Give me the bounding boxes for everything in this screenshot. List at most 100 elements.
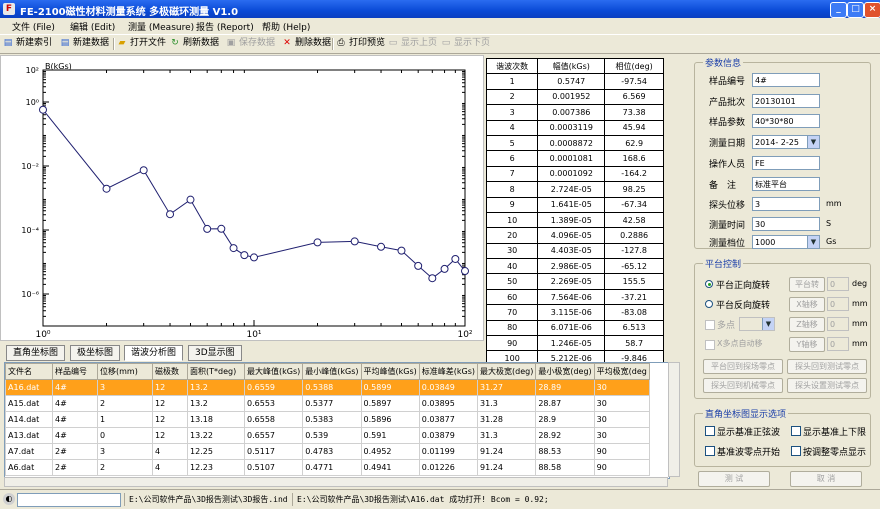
delete-icon: ✕ — [283, 38, 291, 48]
rotate-input[interactable]: 0 — [827, 277, 849, 291]
grid-column-header[interactable]: 平均极宽(deg — [593, 363, 650, 380]
z-move-button[interactable]: Z轴移 — [789, 317, 825, 332]
progress-icon: ◐ — [3, 493, 15, 505]
date-picker[interactable]: 2014- 2-25 ▼ — [752, 135, 820, 149]
grid-row[interactable]: A14.dat 4# 1 12 13.18 0.6558 0.5383 0.5896 0.038… — [5, 411, 650, 428]
z-move-input[interactable]: 0 — [827, 317, 849, 331]
menu-help[interactable]: 帮助 (Help) — [262, 20, 310, 33]
batch-input[interactable]: 20130101 — [752, 94, 820, 108]
forward-radio[interactable] — [705, 280, 713, 288]
grid-vertical-scrollbar[interactable] — [668, 362, 680, 477]
tab-3d[interactable]: 3D显示图 — [188, 345, 242, 361]
phase-cell: 155.5 — [604, 273, 664, 290]
grid-cell: 13.2 — [187, 379, 245, 396]
show-prev-button[interactable]: ▭ 显示上页 — [388, 37, 437, 50]
sample-no-input[interactable]: 4# — [752, 73, 820, 87]
reverse-radio[interactable] — [705, 300, 713, 308]
amplitude-cell: 2.269E-05 — [537, 273, 606, 290]
grid-row[interactable]: A6.dat 2# 2 4 12.23 0.5107 0.4771 0.4941 0.01226… — [5, 459, 650, 476]
grid-column-header[interactable]: 面积(T*deg) — [187, 363, 245, 380]
harmonics-row: 1 0.5747 -97.54 — [485, 73, 664, 90]
base-start-label[interactable]: 基准波零点开始 — [717, 445, 780, 458]
set-test-zero-button[interactable]: 探头设置测试零点 — [787, 378, 867, 393]
grid-column-header[interactable]: 位移(mm) — [97, 363, 153, 380]
remark-input[interactable]: 标准平台 — [752, 177, 820, 191]
menu-measure[interactable]: 测量 (Measure) — [128, 20, 194, 33]
forward-label[interactable]: 平台正向旋转 — [716, 278, 770, 291]
open-file-button[interactable]: ▰ 打开文件 — [117, 37, 166, 50]
show-base-sine-checkbox[interactable] — [705, 426, 715, 436]
grid-column-header[interactable]: 平均峰值(kGs) — [360, 363, 420, 380]
range-select[interactable]: 1000 ▼ — [752, 235, 820, 249]
minimize-button[interactable]: _ — [830, 2, 847, 18]
grid-column-header[interactable]: 磁极数 — [152, 363, 188, 380]
grid-cell: 88.58 — [535, 459, 595, 476]
grid-row[interactable]: A15.dat 4# 2 12 13.2 0.6553 0.5377 0.5897 0.0389… — [5, 395, 650, 412]
multi-select[interactable]: ▼ — [739, 317, 775, 331]
rotate-button[interactable]: 平台转 — [789, 277, 825, 292]
probe-input[interactable]: 3 — [752, 197, 820, 211]
home-mech-button[interactable]: 探头回到机械零点 — [703, 378, 783, 393]
refresh-data-button[interactable]: ↻ 刷新数据 — [170, 37, 219, 50]
close-button[interactable]: × — [864, 2, 880, 18]
save-data-button[interactable]: ▣ 保存数据 — [226, 37, 275, 50]
operator-input[interactable]: FE — [752, 156, 820, 170]
grid-column-header[interactable]: 文件名 — [5, 363, 53, 380]
grid-column-header[interactable]: 最大峰值(kGs) — [243, 363, 304, 380]
time-input[interactable]: 30 — [752, 217, 820, 231]
grid-column-header[interactable]: 最大极宽(deg) — [476, 363, 537, 380]
menu-report[interactable]: 报告 (Report) — [196, 20, 254, 33]
new-index-button[interactable]: ▤ 新建索引 — [3, 37, 52, 50]
grid-row[interactable]: A16.dat 4# 3 12 13.2 0.6559 0.5388 0.5899 0.0384… — [5, 379, 650, 396]
amplitude-cell: 1.246E-05 — [537, 335, 606, 352]
y-tick-label: 10⁰ — [26, 98, 39, 107]
grid-horizontal-scrollbar[interactable] — [4, 477, 668, 487]
show-limits-label[interactable]: 显示基准上下限 — [803, 425, 866, 438]
data-point — [313, 238, 322, 247]
home-probe-button[interactable]: 平台回到探场零点 — [703, 359, 783, 374]
show-limits-checkbox[interactable] — [791, 426, 801, 436]
print-preview-button[interactable]: ⎙ 打印预览 — [336, 37, 385, 50]
show-base-sine-label[interactable]: 显示基准正弦波 — [717, 425, 780, 438]
peak-show-label[interactable]: 按调整零点显示 — [803, 445, 866, 458]
grid-column-header[interactable]: 标准峰差(kGs) — [418, 363, 479, 380]
grid-cell: 0.01226 — [418, 459, 479, 476]
phase-cell: 45.94 — [604, 119, 664, 136]
grid-column-header[interactable]: 样品编号 — [52, 363, 98, 380]
y-move-button[interactable]: Y轴移 — [789, 337, 825, 352]
y-axis-label: B(kGs) — [45, 62, 72, 71]
chevron-down-icon[interactable]: ▼ — [807, 236, 819, 248]
reverse-label[interactable]: 平台反向旋转 — [716, 298, 770, 311]
base-start-checkbox[interactable] — [705, 446, 715, 456]
tab-harmonic[interactable]: 谐波分析图 — [124, 345, 184, 361]
grid-column-header[interactable]: 最小峰值(kGs) — [302, 363, 362, 380]
x-move-button[interactable]: X轴移 — [789, 297, 825, 312]
show-next-button[interactable]: ▭ 显示下页 — [441, 37, 490, 50]
auto-move-checkbox[interactable] — [705, 340, 715, 350]
menu-file[interactable]: 文件 (File) — [12, 20, 55, 33]
date-value: 2014- 2-25 — [755, 138, 799, 147]
harmonic-order-cell: 1 — [485, 73, 539, 90]
y-move-input[interactable]: 0 — [827, 337, 849, 351]
maximize-button[interactable]: □ — [847, 2, 864, 18]
cancel-button[interactable]: 取 消 — [790, 471, 862, 487]
home-test-button[interactable]: 探头回到测试零点 — [787, 359, 867, 374]
menu-edit[interactable]: 编辑 (Edit) — [70, 20, 115, 33]
print-icon: ⎙ — [337, 38, 345, 48]
new-data-button[interactable]: ▤ 新建数据 — [60, 37, 109, 50]
x-move-input[interactable]: 0 — [827, 297, 849, 311]
grid-row[interactable]: A13.dat 4# 0 12 13.22 0.6557 0.539 0.591 0.03879… — [5, 427, 650, 444]
chevron-down-icon[interactable]: ▼ — [762, 318, 774, 330]
grid-column-header[interactable]: 最小极宽(deg) — [535, 363, 595, 380]
harmonics-row: 30 4.403E-05 -127.8 — [485, 242, 664, 260]
delete-data-button[interactable]: ✕ 删除数据 — [282, 37, 331, 50]
harmonic-order-cell: 7 — [485, 165, 539, 183]
test-button[interactable]: 测 试 — [698, 471, 770, 487]
tab-polar[interactable]: 极坐标图 — [70, 345, 121, 361]
peak-show-checkbox[interactable] — [791, 446, 801, 456]
chevron-down-icon[interactable]: ▼ — [807, 136, 819, 148]
tab-cartesian[interactable]: 直角坐标图 — [6, 345, 66, 361]
multi-checkbox[interactable] — [705, 320, 715, 330]
grid-row[interactable]: A7.dat 2# 3 4 12.25 0.5117 0.4783 0.4952 0.01199… — [5, 443, 650, 460]
sample-param-input[interactable]: 40*30*80 — [752, 114, 820, 128]
